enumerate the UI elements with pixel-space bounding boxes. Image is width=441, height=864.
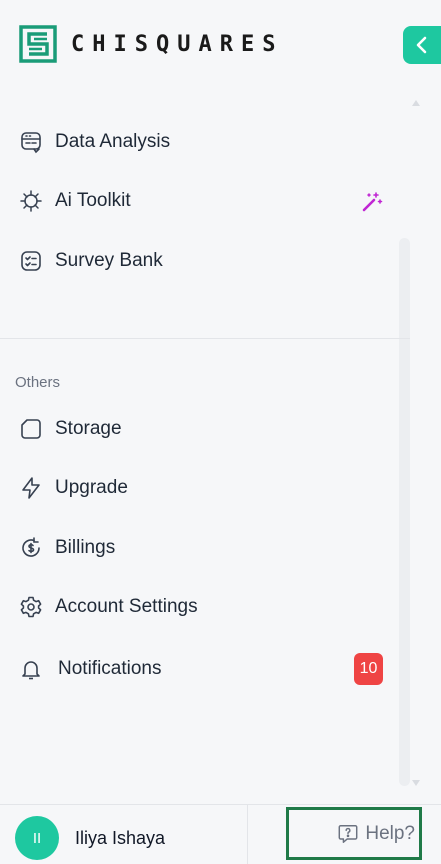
footer-divider: [0, 804, 441, 805]
chisquares-logo-icon: [19, 25, 57, 63]
sidebar-item-upgrade[interactable]: Upgrade: [19, 473, 128, 503]
avatar[interactable]: II: [15, 816, 59, 860]
notification-count-badge: 10: [354, 653, 383, 685]
gear-icon: [20, 596, 42, 618]
lightning-icon: [22, 477, 40, 499]
sidebar-item-label: Upgrade: [55, 477, 128, 498]
sidebar-item-label: Billings: [55, 537, 116, 558]
chevron-left-icon: [416, 36, 427, 54]
scroll-down-arrow[interactable]: [412, 780, 420, 786]
folder-icon: [21, 419, 41, 439]
sidebar-item-label: Survey Bank: [55, 250, 163, 271]
help-button[interactable]: Help?: [286, 807, 422, 860]
sidebar-item-label: Storage: [55, 418, 122, 439]
footer-separator: [247, 805, 248, 864]
virus-bug-icon: [20, 190, 42, 212]
sidebar-item-survey-bank[interactable]: Survey Bank: [19, 246, 163, 276]
sidebar-item-billings[interactable]: Billings: [19, 533, 115, 563]
scroll-up-arrow[interactable]: [412, 100, 420, 106]
sidebar-item-ai-toolkit[interactable]: Ai Toolkit: [19, 186, 131, 216]
brand-name: CHISQUARES: [71, 31, 284, 57]
sidebar-item-label: Notifications: [58, 658, 162, 679]
sidebar-item-data-analysis[interactable]: Data Analysis: [19, 127, 170, 157]
collapse-sidebar-button[interactable]: [403, 26, 441, 64]
section-divider: [0, 338, 410, 339]
brand-logo[interactable]: CHISQUARES: [19, 25, 283, 63]
section-label-others: Others: [15, 374, 61, 391]
sidebar-item-storage[interactable]: Storage: [19, 414, 122, 444]
sidebar-item-label: Data Analysis: [55, 131, 171, 152]
question-bubble-icon: [338, 824, 358, 843]
help-label: Help?: [365, 822, 415, 844]
bell-icon: [22, 661, 40, 680]
magic-wand-icon: [362, 192, 383, 212]
data-analysis-icon: [21, 132, 41, 154]
scrollbar-thumb[interactable]: [399, 238, 410, 786]
sidebar-item-account-settings[interactable]: Account Settings: [19, 592, 198, 622]
sidebar-item-notifications[interactable]: Notifications: [19, 654, 162, 684]
sidebar-item-label: Account Settings: [55, 596, 198, 617]
user-name[interactable]: Iliya Ishaya: [75, 828, 165, 849]
checklist-icon: [21, 251, 41, 271]
dollar-refresh-icon: [22, 537, 40, 557]
sidebar-item-label: Ai Toolkit: [55, 190, 131, 211]
